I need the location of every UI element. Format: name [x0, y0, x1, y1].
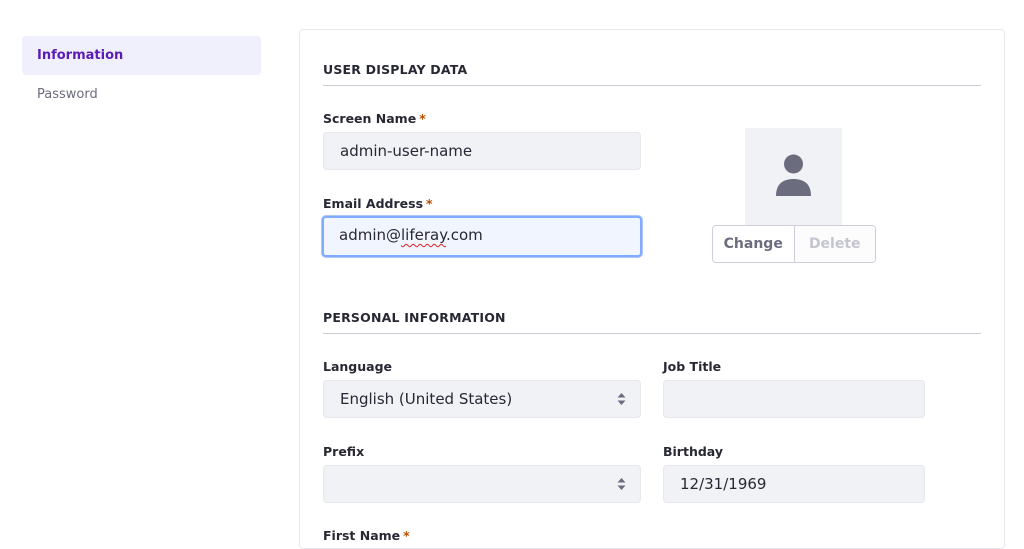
birthday-input[interactable]: 12/31/1969 — [663, 465, 925, 503]
spellcheck-error: liferay — [401, 226, 446, 244]
change-avatar-button[interactable]: Change — [713, 226, 795, 262]
language-label: Language — [323, 359, 393, 374]
screen-name-input[interactable]: admin-user-name — [323, 132, 641, 170]
avatar-preview — [745, 128, 842, 225]
required-marker: * — [426, 196, 433, 211]
user-display-data-heading: USER DISPLAY DATA — [323, 62, 468, 77]
job-title-label: Job Title — [663, 359, 722, 374]
sidebar-item-information[interactable]: Information — [22, 36, 261, 75]
birthday-label: Birthday — [663, 444, 723, 459]
sidebar-nav: Information Password — [22, 36, 261, 114]
language-select[interactable]: English (United States) — [323, 380, 641, 418]
prefix-select[interactable] — [323, 465, 641, 503]
required-marker: * — [419, 111, 426, 126]
job-title-input[interactable] — [663, 380, 925, 418]
select-arrows-icon — [617, 478, 626, 490]
section-divider — [323, 333, 981, 334]
personal-information-heading: PERSONAL INFORMATION — [323, 310, 506, 325]
sidebar-item-password[interactable]: Password — [22, 75, 261, 114]
prefix-label: Prefix — [323, 444, 365, 459]
avatar-button-group: Change Delete — [712, 225, 876, 263]
delete-avatar-button[interactable]: Delete — [794, 226, 875, 262]
screen-name-label: Screen Name * — [323, 111, 426, 126]
email-address-label: Email Address * — [323, 196, 433, 211]
select-arrows-icon — [617, 393, 626, 405]
email-address-input[interactable]: admin@liferay.com — [322, 216, 642, 257]
form-panel: USER DISPLAY DATA Screen Name * admin-use… — [299, 29, 1005, 549]
section-divider — [323, 85, 981, 86]
user-silhouette-icon — [776, 154, 811, 196]
